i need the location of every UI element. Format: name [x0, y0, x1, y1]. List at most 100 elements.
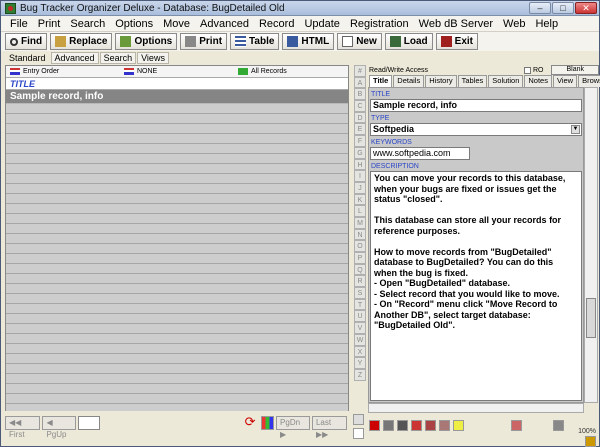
alpha-index-e[interactable]: E — [354, 123, 366, 136]
alpha-index-w[interactable]: W — [354, 333, 366, 346]
menu-web-db-server[interactable]: Web dB Server — [414, 18, 498, 30]
alpha-index-s[interactable]: S — [354, 287, 366, 299]
chevron-down-icon[interactable]: ▼ — [571, 125, 580, 134]
menu-advanced[interactable]: Advanced — [195, 18, 254, 30]
scroll-thumb[interactable] — [586, 298, 596, 338]
alpha-index-i[interactable]: I — [354, 170, 366, 182]
tab-notes[interactable]: Notes — [524, 75, 552, 87]
lightbulb-icon[interactable] — [453, 420, 464, 431]
load-button[interactable]: Load — [384, 33, 433, 50]
record-number-input[interactable] — [78, 416, 101, 430]
menu-record[interactable]: Record — [254, 18, 299, 30]
last-button[interactable]: Last ▶▶ — [311, 416, 347, 439]
filter-selector[interactable]: NONE — [120, 68, 234, 75]
alpha-index-p[interactable]: P — [354, 252, 366, 264]
menu-update[interactable]: Update — [299, 18, 344, 30]
alpha-index-y[interactable]: Y — [354, 357, 366, 369]
type-select[interactable]: Softpedia ▼ — [370, 123, 582, 136]
printer-icon[interactable] — [383, 420, 394, 431]
options-button[interactable]: Options — [115, 33, 178, 50]
description-field[interactable]: You can move your records to this databa… — [370, 171, 582, 401]
alpha-index-b[interactable]: B — [354, 88, 366, 101]
description-scrollbar[interactable] — [584, 87, 598, 403]
menu-search[interactable]: Search — [65, 18, 110, 30]
export-icon[interactable] — [511, 420, 522, 431]
new-button[interactable]: New — [337, 33, 382, 50]
blank-button[interactable]: Blank — [551, 65, 599, 75]
sort-order-selector[interactable]: Entry Order — [6, 68, 120, 75]
zoom-icon[interactable] — [553, 420, 564, 431]
checkbox-icon[interactable] — [353, 428, 364, 439]
list-item[interactable]: Sample record, info — [6, 90, 348, 104]
alpha-index-j[interactable]: J — [354, 181, 366, 194]
tab-standard[interactable]: Standard — [5, 52, 50, 64]
find-button[interactable]: Find — [5, 33, 48, 50]
menu-help[interactable]: Help — [530, 18, 563, 30]
minimize-button[interactable]: – — [529, 2, 551, 14]
pgdn-button[interactable]: PgDn ▶ — [276, 416, 310, 439]
alpha-index-a[interactable]: A — [354, 76, 366, 89]
first-button[interactable]: ◀◀ First — [5, 416, 41, 439]
menu-move[interactable]: Move — [158, 18, 195, 30]
refresh-icon[interactable] — [411, 420, 422, 431]
tab-browser[interactable]: Browser — [578, 75, 600, 87]
tab-history[interactable]: History — [425, 75, 457, 87]
alpha-index-v[interactable]: V — [354, 322, 366, 334]
alpha-index-q[interactable]: Q — [354, 263, 366, 276]
menu-web[interactable]: Web — [498, 18, 530, 30]
flag-icon — [10, 68, 20, 75]
alpha-index-t[interactable]: T — [354, 298, 366, 311]
alpha-index-d[interactable]: D — [354, 111, 366, 124]
pgup-button[interactable]: ◀ PgUp — [42, 416, 77, 439]
maximize-button[interactable]: □ — [552, 2, 574, 14]
records-selector[interactable]: All Records — [234, 68, 348, 75]
back-arrow-icon[interactable] — [369, 420, 380, 431]
alpha-index-g[interactable]: G — [354, 146, 366, 159]
tab-search[interactable]: Search — [99, 52, 137, 64]
print-button[interactable]: Print — [180, 33, 228, 50]
alpha-index-z[interactable]: Z — [354, 368, 366, 381]
table-button[interactable]: Table — [230, 33, 280, 50]
tab-title[interactable]: Title — [369, 75, 393, 87]
tab-advanced[interactable]: Advanced — [50, 52, 99, 64]
keywords-field[interactable]: www.softpedia.com — [370, 147, 470, 160]
tab-view[interactable]: View — [552, 75, 578, 87]
tab-solution[interactable]: Solution — [488, 75, 524, 87]
menu-registration[interactable]: Registration — [345, 18, 414, 30]
paste-icon[interactable] — [439, 420, 450, 431]
menu-options[interactable]: Options — [110, 18, 158, 30]
color-palette-button[interactable] — [260, 416, 275, 430]
refresh-button[interactable]: ⟳ — [242, 415, 259, 430]
tab-views[interactable]: Views — [137, 52, 169, 64]
sort-order-label: Entry Order — [23, 68, 60, 75]
menu-file[interactable]: File — [5, 18, 33, 30]
copy-icon[interactable] — [425, 420, 436, 431]
html-button[interactable]: HTML — [282, 33, 335, 50]
alpha-index-m[interactable]: M — [354, 216, 366, 229]
horizontal-scrollbar[interactable] — [368, 403, 584, 413]
close-button[interactable]: ✕ — [575, 2, 597, 14]
ro-checkbox[interactable] — [523, 66, 531, 74]
title-field[interactable]: Sample record, info — [370, 99, 582, 112]
alpha-index-r[interactable]: R — [354, 275, 366, 288]
alpha-index-hash[interactable]: # — [354, 65, 366, 77]
alpha-index-u[interactable]: U — [354, 310, 366, 323]
alpha-index-h[interactable]: H — [354, 158, 366, 171]
alpha-index-l[interactable]: L — [354, 205, 366, 217]
alpha-index-n[interactable]: N — [354, 228, 366, 241]
alpha-index-x[interactable]: X — [354, 345, 366, 358]
replace-button[interactable]: Replace — [50, 33, 113, 50]
title-field-label: TITLE — [371, 91, 391, 98]
app-icon — [5, 2, 16, 14]
lock-icon — [585, 436, 596, 447]
alpha-index-k[interactable]: K — [354, 193, 366, 206]
alpha-index-f[interactable]: F — [354, 135, 366, 147]
tab-tables[interactable]: Tables — [457, 75, 488, 87]
down-arrow-icon[interactable] — [353, 414, 364, 425]
delete-icon[interactable] — [397, 420, 408, 431]
exit-button[interactable]: Exit — [435, 33, 478, 50]
alpha-index-o[interactable]: O — [354, 240, 366, 252]
tab-details[interactable]: Details — [393, 75, 425, 87]
menu-print[interactable]: Print — [33, 18, 66, 30]
alpha-index-c[interactable]: C — [354, 100, 366, 112]
